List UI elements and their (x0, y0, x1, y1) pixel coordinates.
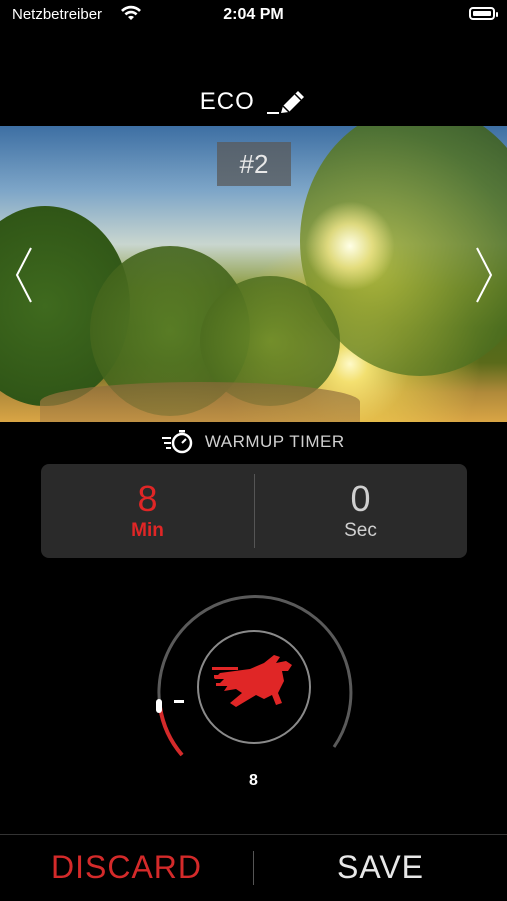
warmup-timer-label: WARMUP TIMER (204, 432, 345, 451)
status-bar: Netzbetreiber 2:04 PM (0, 0, 507, 32)
intensity-dial[interactable] (154, 595, 354, 765)
dial-value: 8 (249, 772, 258, 789)
dial-knob[interactable] (156, 699, 162, 713)
seconds-value: 0 (350, 478, 371, 519)
save-button[interactable]: SAVE (254, 849, 507, 886)
road-shape (40, 382, 360, 422)
mode-header: ECO (0, 88, 507, 124)
chevron-right-icon[interactable] (474, 246, 494, 304)
seconds-unit: Sec (344, 520, 377, 541)
discard-button[interactable]: DISCARD (0, 849, 253, 886)
clock: 2:04 PM (223, 6, 284, 23)
preset-number-badge: #2 (217, 142, 291, 186)
mode-title: ECO (199, 88, 255, 115)
minutes-unit: Min (131, 520, 164, 541)
sun-glow (305, 201, 395, 291)
chevron-left-icon[interactable] (14, 246, 34, 304)
pencil-icon[interactable] (267, 88, 307, 116)
dial-tick (174, 700, 184, 703)
minutes-value: 8 (137, 478, 158, 519)
action-bar: DISCARD SAVE (0, 834, 507, 901)
warmup-timer-picker: 8 Min 0 Sec (41, 464, 467, 558)
warmup-timer-header: WARMUP TIMER (0, 430, 507, 458)
minutes-picker[interactable]: 8 Min (41, 480, 254, 542)
stopwatch-icon (162, 430, 193, 454)
seconds-picker[interactable]: 0 Sec (254, 480, 467, 542)
dial-progress (158, 706, 184, 757)
battery-icon (469, 7, 498, 20)
